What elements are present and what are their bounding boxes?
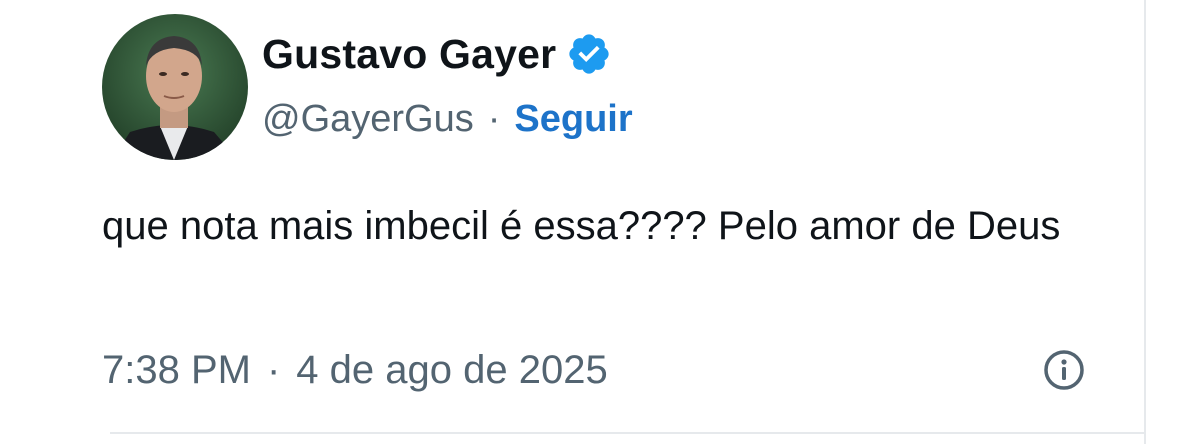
follow-button[interactable]: Seguir: [514, 98, 632, 141]
author-handle[interactable]: @GayerGus: [262, 98, 474, 141]
avatar[interactable]: [102, 14, 248, 160]
author-handle-row: @GayerGus · Seguir: [262, 94, 633, 144]
divider: [110, 432, 1144, 434]
tweet-meta-row: 7:38 PM · 4 de ago de 2025: [102, 343, 608, 397]
verified-badge-icon: [566, 31, 612, 77]
tweet-card: Gustavo Gayer @GayerGus · Seguir que not…: [0, 0, 1200, 444]
card-border: [1144, 0, 1146, 444]
author-display-name[interactable]: Gustavo Gayer: [262, 31, 556, 78]
author-name-row: Gustavo Gayer: [262, 26, 612, 82]
info-icon[interactable]: [1042, 348, 1086, 392]
tweet-text: que nota mais imbecil é essa???? Pelo am…: [102, 204, 1061, 248]
tweet-time[interactable]: 7:38 PM: [102, 348, 251, 393]
separator-dot: ·: [266, 347, 281, 392]
avatar-image: [102, 14, 248, 160]
separator-dot: ·: [487, 97, 501, 140]
tweet-date[interactable]: 4 de ago de 2025: [296, 348, 607, 393]
